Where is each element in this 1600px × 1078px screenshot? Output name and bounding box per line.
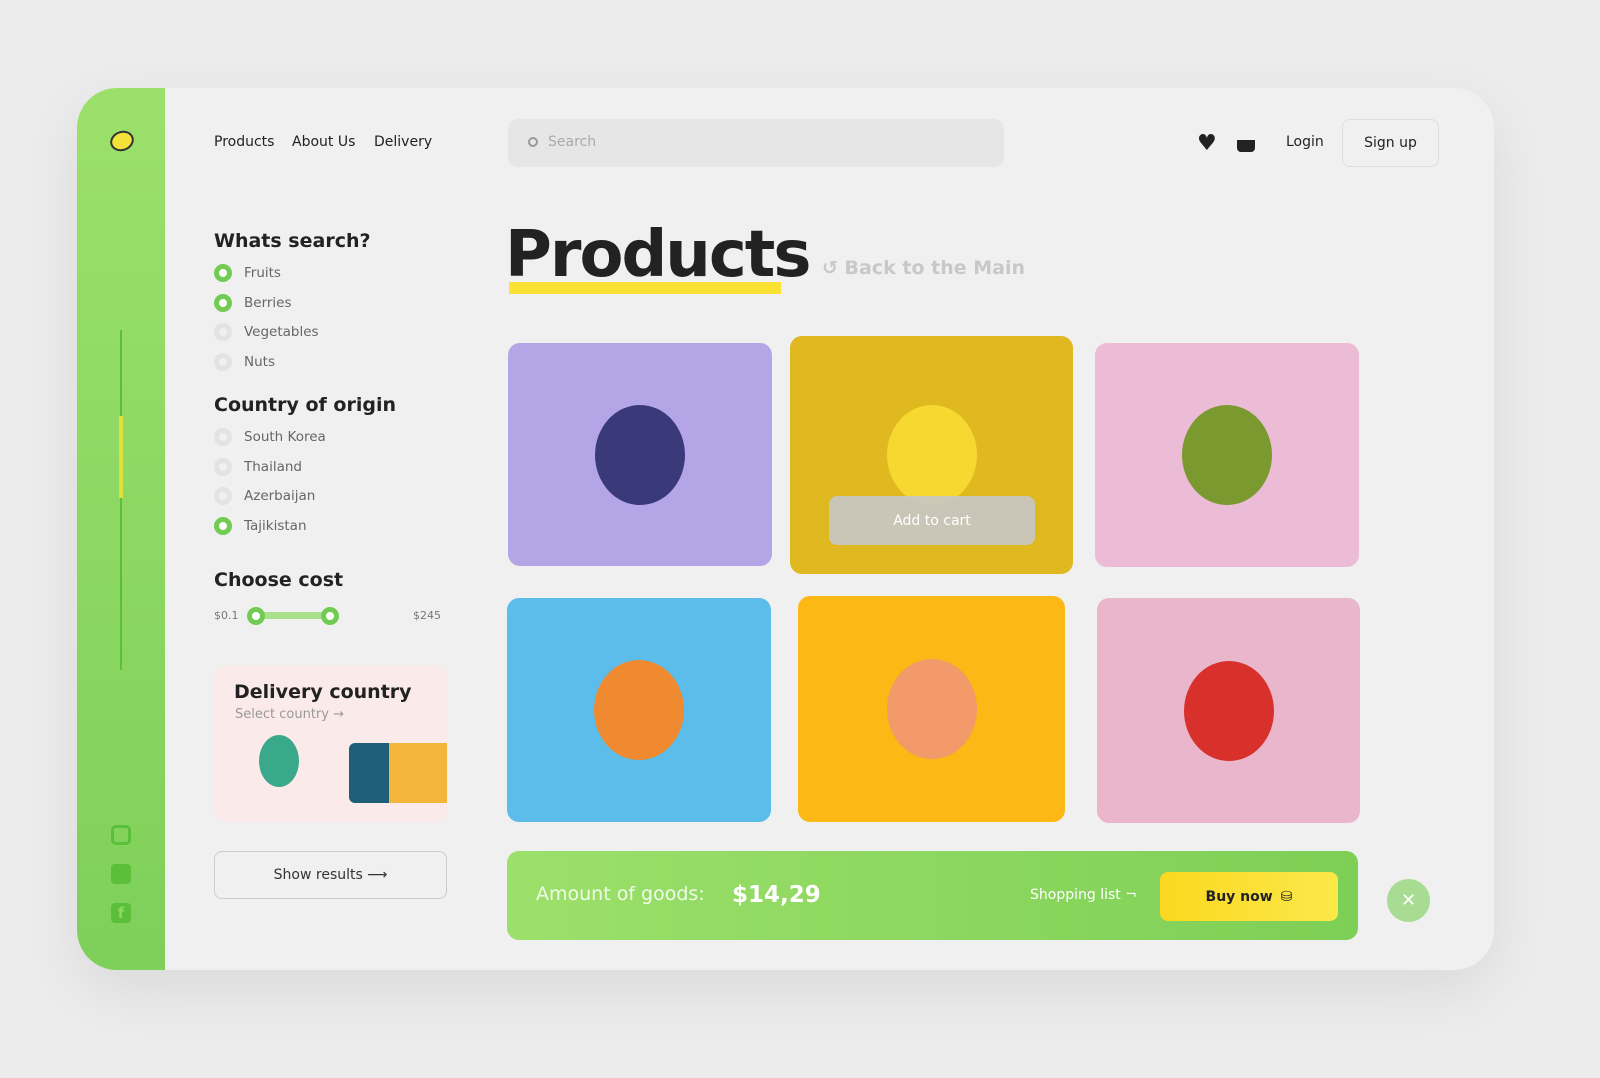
delivery-select[interactable]: Select country →: [235, 707, 344, 722]
filter-option[interactable]: Fruits: [214, 264, 281, 282]
product-card-strawberry[interactable]: [1097, 598, 1360, 823]
twitter-icon[interactable]: [111, 864, 131, 884]
page-title: Products: [505, 218, 811, 292]
radio-button[interactable]: [214, 323, 232, 341]
cost-min-handle[interactable]: [247, 607, 265, 625]
add-to-cart-button[interactable]: Add to cart: [829, 496, 1035, 545]
filter-option[interactable]: Azerbaijan: [214, 487, 315, 505]
option-label: Tajikistan: [244, 517, 307, 534]
radio-button[interactable]: [214, 293, 232, 312]
amount-label: Amount of goods:: [536, 883, 705, 905]
option-label: Azerbaijan: [244, 488, 316, 504]
truck-illustration: [349, 743, 447, 803]
filter-type-title: Whats search?: [214, 230, 371, 252]
filter-country-title: Country of origin: [214, 394, 397, 416]
papaya-image: [886, 659, 977, 759]
radio-button[interactable]: [214, 428, 232, 446]
nav-products[interactable]: Products: [214, 134, 274, 150]
product-card-tangerine[interactable]: [507, 598, 771, 822]
option-label: South Korea: [244, 429, 326, 445]
cost-min-label: $0.1: [214, 609, 239, 622]
filter-option[interactable]: Vegetables: [214, 323, 319, 341]
strawberry-image: [1183, 660, 1274, 761]
product-card-blueberries[interactable]: [508, 343, 772, 566]
amount-value: $14,29: [732, 882, 821, 908]
delivery-title: Delivery country: [234, 681, 412, 703]
cost-max-label: $245: [413, 609, 441, 622]
cost-range-fill: [257, 612, 331, 619]
search-icon: [528, 137, 538, 147]
cost-max-handle[interactable]: [321, 607, 339, 625]
facebook-icon[interactable]: f: [111, 903, 131, 923]
shopping-list-link[interactable]: Shopping list ¬: [1030, 887, 1137, 903]
lemon-logo-icon[interactable]: [107, 127, 137, 155]
signup-button[interactable]: Sign up: [1342, 119, 1439, 167]
option-label: Berries: [244, 294, 292, 311]
close-button[interactable]: ✕: [1387, 879, 1430, 922]
tree-illustration: [259, 735, 299, 787]
back-to-main-link[interactable]: ↺ Back to the Main: [822, 257, 1025, 279]
buy-now-label: Buy now: [1205, 888, 1273, 905]
filter-option[interactable]: Thailand: [214, 457, 302, 476]
lemon-image: [886, 405, 977, 505]
delivery-card[interactable]: Delivery country Select country →: [214, 665, 447, 822]
heart-icon[interactable]: ♥: [1197, 131, 1217, 156]
scroll-thumb[interactable]: [119, 416, 123, 498]
product-card-lemon[interactable]: Add to cart: [790, 336, 1073, 574]
radio-button[interactable]: [214, 264, 232, 282]
radio-button[interactable]: [214, 487, 232, 505]
back-label: Back to the Main: [844, 257, 1025, 279]
app-window: f Products About Us Delivery Search ♥ Lo…: [77, 88, 1494, 970]
buy-now-button[interactable]: Buy now ⛁: [1160, 872, 1338, 921]
radio-button[interactable]: [214, 352, 232, 371]
login-link[interactable]: Login: [1286, 134, 1324, 150]
radio-button[interactable]: [214, 457, 232, 476]
option-label: Vegetables: [244, 324, 319, 340]
show-results-button[interactable]: Show results ⟶: [214, 851, 447, 899]
blueberries-image: [595, 404, 685, 505]
product-card-avocado[interactable]: [1095, 343, 1359, 567]
avocado-image: [1182, 405, 1272, 505]
filter-option[interactable]: Tajikistan: [214, 516, 307, 535]
option-label: Fruits: [244, 265, 281, 281]
tangerine-image: [594, 660, 684, 760]
filter-option[interactable]: South Korea: [214, 428, 326, 446]
nav-about-us[interactable]: About Us: [292, 134, 355, 150]
nav-delivery[interactable]: Delivery: [374, 134, 432, 150]
basket-icon: ⛁: [1280, 888, 1293, 905]
product-card-papaya[interactable]: [798, 596, 1065, 822]
search-input[interactable]: Search: [508, 119, 1004, 167]
search-placeholder: Search: [548, 134, 597, 150]
filter-option[interactable]: Nuts: [214, 352, 275, 371]
radio-button[interactable]: [214, 516, 232, 535]
basket-icon[interactable]: [1237, 140, 1255, 152]
scroll-track[interactable]: [120, 330, 122, 670]
sidebar: f: [77, 88, 165, 970]
instagram-icon[interactable]: [111, 825, 131, 845]
filter-cost-title: Choose cost: [214, 569, 344, 591]
option-label: Thailand: [244, 458, 302, 475]
option-label: Nuts: [244, 353, 275, 370]
filter-option[interactable]: Berries: [214, 293, 292, 312]
checkout-bar: Amount of goods: $14,29 Shopping list ¬ …: [507, 851, 1358, 940]
